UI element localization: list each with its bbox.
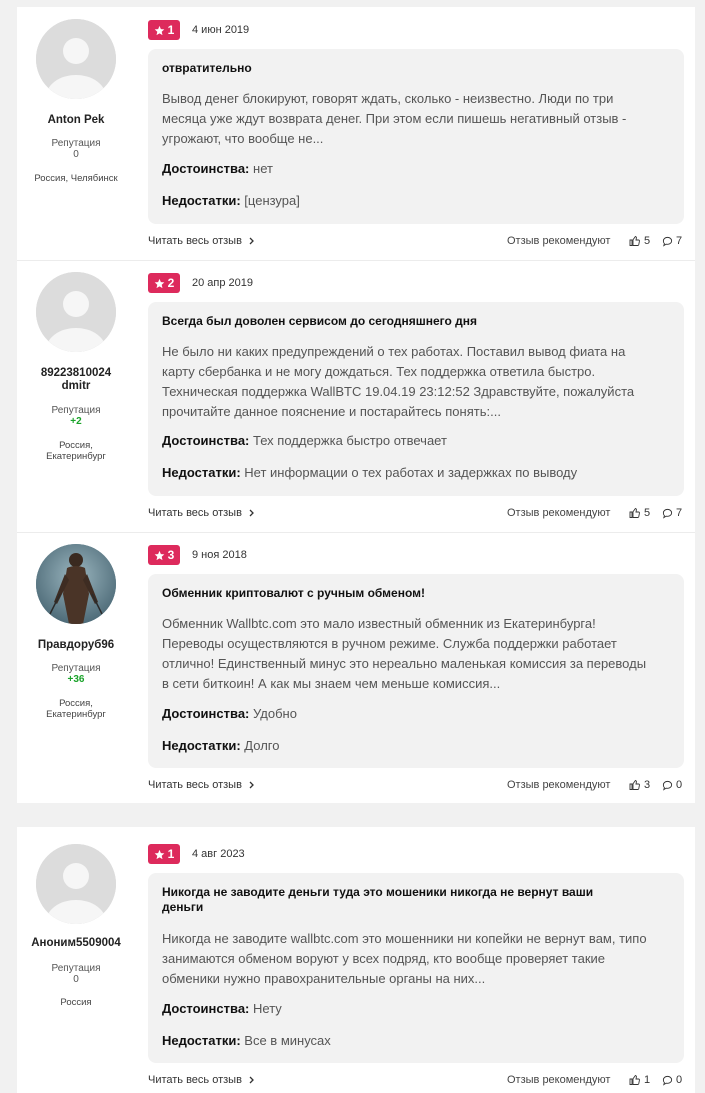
- read-more-link[interactable]: Читать весь отзыв: [148, 506, 255, 520]
- review-pros: Достоинства: Нету: [162, 1001, 282, 1016]
- reputation-value: +2: [70, 416, 82, 427]
- reviews-group: Anton Pek Репутация 0 Россия, Челябинск …: [17, 7, 695, 803]
- review-pros: Достоинства: Удобно: [162, 706, 297, 721]
- chevron-right-icon: [249, 781, 254, 789]
- rating-badge: 3: [148, 545, 180, 565]
- thumbs-up-icon: [629, 507, 640, 518]
- reputation-label: Репутация: [51, 138, 101, 149]
- chevron-right-icon: [249, 509, 254, 517]
- author-name[interactable]: Правдоруб96: [23, 639, 129, 652]
- like-button[interactable]: 5: [629, 506, 650, 520]
- comments-button[interactable]: 0: [662, 1073, 682, 1087]
- rating-badge: 1: [148, 20, 180, 40]
- recommend-label: Отзыв рекомендуют: [507, 1074, 611, 1086]
- avatar[interactable]: [36, 844, 116, 924]
- thumbs-up-icon: [629, 1074, 640, 1085]
- reputation-label: Репутация: [51, 663, 101, 674]
- review-content: Обменник криптовалют с ручным обменом! О…: [148, 574, 684, 768]
- review-title[interactable]: отвратительно: [162, 61, 662, 76]
- comment-icon: [662, 236, 673, 247]
- author-name[interactable]: Аноним5509004: [23, 937, 129, 950]
- review-title[interactable]: Обменник криптовалют с ручным обменом!: [162, 586, 662, 601]
- review-pros: Достоинства: нет: [162, 161, 273, 176]
- review-card: Правдоруб96 Репутация +36 Россия, Екатер…: [17, 532, 695, 803]
- reputation-label: Репутация: [51, 405, 101, 416]
- thumbs-up-icon: [629, 779, 640, 790]
- review-cons: Недостатки: Долго: [162, 738, 280, 753]
- like-button[interactable]: 1: [629, 1073, 650, 1087]
- avatar[interactable]: [36, 544, 116, 624]
- like-button[interactable]: 5: [629, 234, 650, 248]
- comment-icon: [662, 1075, 673, 1086]
- rating-badge: 2: [148, 273, 180, 293]
- star-icon: [154, 849, 164, 859]
- user-placeholder-icon: [36, 272, 116, 352]
- review-card: Аноним5509004 Репутация 0 Россия 1 4 авг…: [17, 827, 695, 1093]
- review-card: 89223810024 dmitr Репутация +2 Россия, Е…: [17, 260, 695, 532]
- review-content: Никогда не заводите деньги туда это моше…: [148, 873, 684, 1063]
- read-more-link[interactable]: Читать весь отзыв: [148, 778, 255, 792]
- comment-icon: [662, 780, 673, 791]
- recommend-label: Отзыв рекомендуют: [507, 507, 611, 519]
- review-date: 4 авг 2023: [192, 848, 245, 860]
- review-content: Всегда был доволен сервисом до сегодняшн…: [148, 302, 684, 496]
- reputation-value: 0: [73, 974, 79, 985]
- comments-button[interactable]: 7: [662, 506, 682, 520]
- review-date: 4 июн 2019: [192, 24, 250, 36]
- review-cons: Недостатки: [цензура]: [162, 193, 300, 208]
- author-name[interactable]: 89223810024 dmitr: [23, 367, 129, 393]
- reviews-group: Аноним5509004 Репутация 0 Россия 1 4 авг…: [17, 827, 695, 1093]
- rating-badge: 1: [148, 844, 180, 864]
- chevron-right-icon: [249, 1076, 254, 1084]
- review-title[interactable]: Всегда был доволен сервисом до сегодняшн…: [162, 314, 662, 329]
- review-date: 9 ноя 2018: [192, 549, 247, 561]
- review-card: Anton Pek Репутация 0 Россия, Челябинск …: [17, 7, 695, 260]
- read-more-link[interactable]: Читать весь отзыв: [148, 1073, 255, 1087]
- review-text: Не было ни каких предупреждений о тех ра…: [162, 344, 635, 419]
- author-location: Россия, Челябинск: [34, 173, 118, 184]
- recommend-label: Отзыв рекомендуют: [507, 779, 611, 791]
- user-photo-icon: [36, 544, 116, 624]
- thumbs-up-icon: [629, 235, 640, 246]
- like-button[interactable]: 3: [629, 778, 650, 792]
- avatar[interactable]: [36, 272, 116, 352]
- comments-button[interactable]: 7: [662, 234, 682, 248]
- review-text: Никогда не заводите wallbtc.com это моше…: [162, 931, 647, 986]
- review-cons: Недостатки: Все в минусах: [162, 1033, 331, 1048]
- reputation-value: 0: [73, 149, 79, 160]
- review-date: 20 апр 2019: [192, 277, 254, 289]
- author-location: Россия: [60, 997, 92, 1008]
- review-title[interactable]: Никогда не заводите деньги туда это моше…: [162, 885, 662, 915]
- author-location: Россия, Екатеринбург: [46, 698, 106, 720]
- avatar[interactable]: [36, 19, 116, 99]
- comments-button[interactable]: 0: [662, 778, 682, 792]
- star-icon: [154, 25, 164, 35]
- review-pros: Достоинства: Тех поддержка быстро отвеча…: [162, 433, 447, 448]
- comment-icon: [662, 508, 673, 519]
- recommend-label: Отзыв рекомендуют: [507, 235, 611, 247]
- user-placeholder-icon: [36, 844, 116, 924]
- reputation-label: Репутация: [51, 963, 101, 974]
- review-text: Вывод денег блокируют, говорят ждать, ск…: [162, 91, 627, 146]
- chevron-right-icon: [249, 237, 254, 245]
- star-icon: [154, 550, 164, 560]
- user-placeholder-icon: [36, 19, 116, 99]
- reputation-value: +36: [67, 674, 85, 685]
- author-name[interactable]: Anton Pek: [23, 114, 129, 127]
- star-icon: [154, 278, 164, 288]
- review-cons: Недостатки: Нет информации о тех работах…: [162, 465, 578, 480]
- review-content: отвратительно Вывод денег блокируют, гов…: [148, 49, 684, 224]
- read-more-link[interactable]: Читать весь отзыв: [148, 234, 255, 248]
- author-location: Россия, Екатеринбург: [46, 440, 106, 462]
- review-text: Обменник Wallbtc.com это мало известный …: [162, 616, 647, 691]
